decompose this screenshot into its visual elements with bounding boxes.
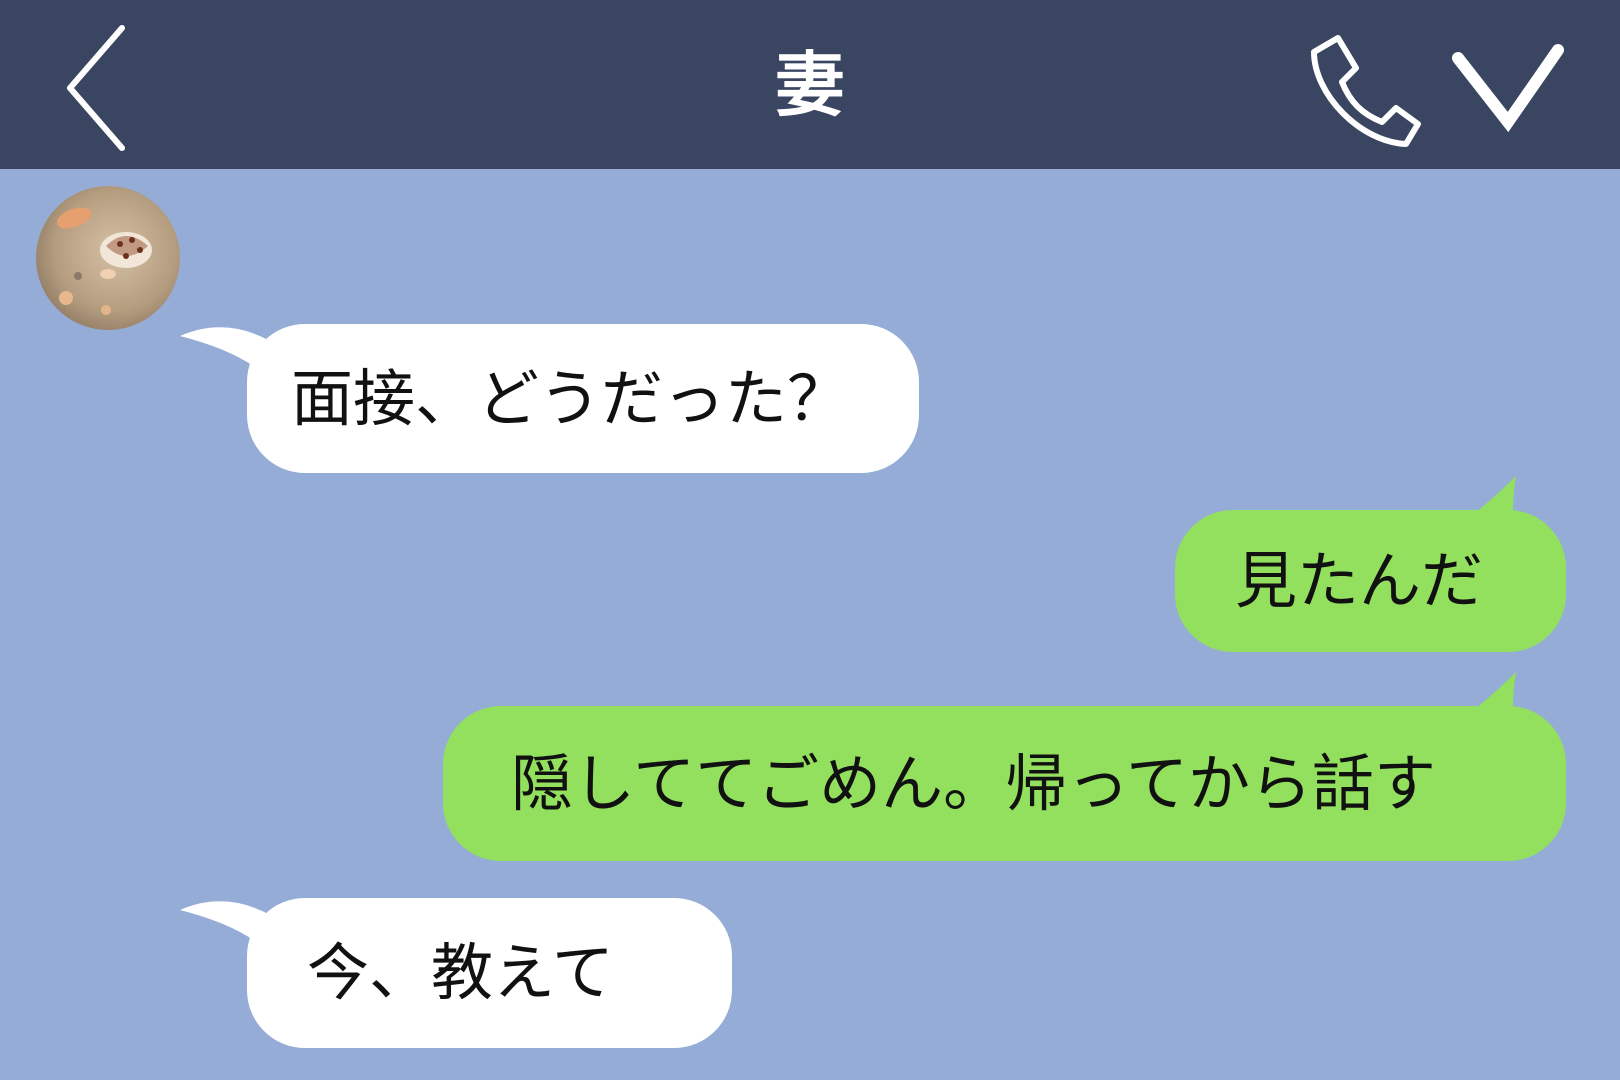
seashell-avatar-image bbox=[36, 186, 180, 330]
message-text: 面接、どうだった？ bbox=[291, 361, 850, 435]
message-bubble-incoming[interactable]: 今、教えて bbox=[247, 898, 732, 1048]
message-bubble-outgoing[interactable]: 隠しててごめん。帰ってから話す bbox=[443, 706, 1566, 861]
message-text: 今、教えて bbox=[307, 936, 614, 1009]
chevron-down-icon bbox=[1452, 44, 1564, 133]
call-button[interactable] bbox=[1298, 24, 1428, 154]
message-bubble-outgoing[interactable]: 見たんだ bbox=[1175, 510, 1566, 652]
message-text: 見たんだ bbox=[1235, 544, 1484, 617]
chevron-left-icon bbox=[67, 25, 125, 151]
chat-header: 妻 bbox=[0, 0, 1620, 169]
back-button[interactable] bbox=[52, 18, 142, 153]
menu-button[interactable] bbox=[1446, 30, 1576, 140]
contact-avatar[interactable] bbox=[36, 186, 180, 330]
message-bubble-incoming[interactable]: 面接、どうだった？ bbox=[247, 324, 919, 473]
phone-icon bbox=[1311, 35, 1421, 147]
message-text: 隠しててごめん。帰ってから話す bbox=[511, 746, 1437, 820]
chat-title: 妻 bbox=[775, 44, 845, 126]
chat-screen: 妻 面接、どうだった？ 見たんだ 隠しててごめん。帰ってから話す 今、教えて bbox=[0, 0, 1620, 1080]
